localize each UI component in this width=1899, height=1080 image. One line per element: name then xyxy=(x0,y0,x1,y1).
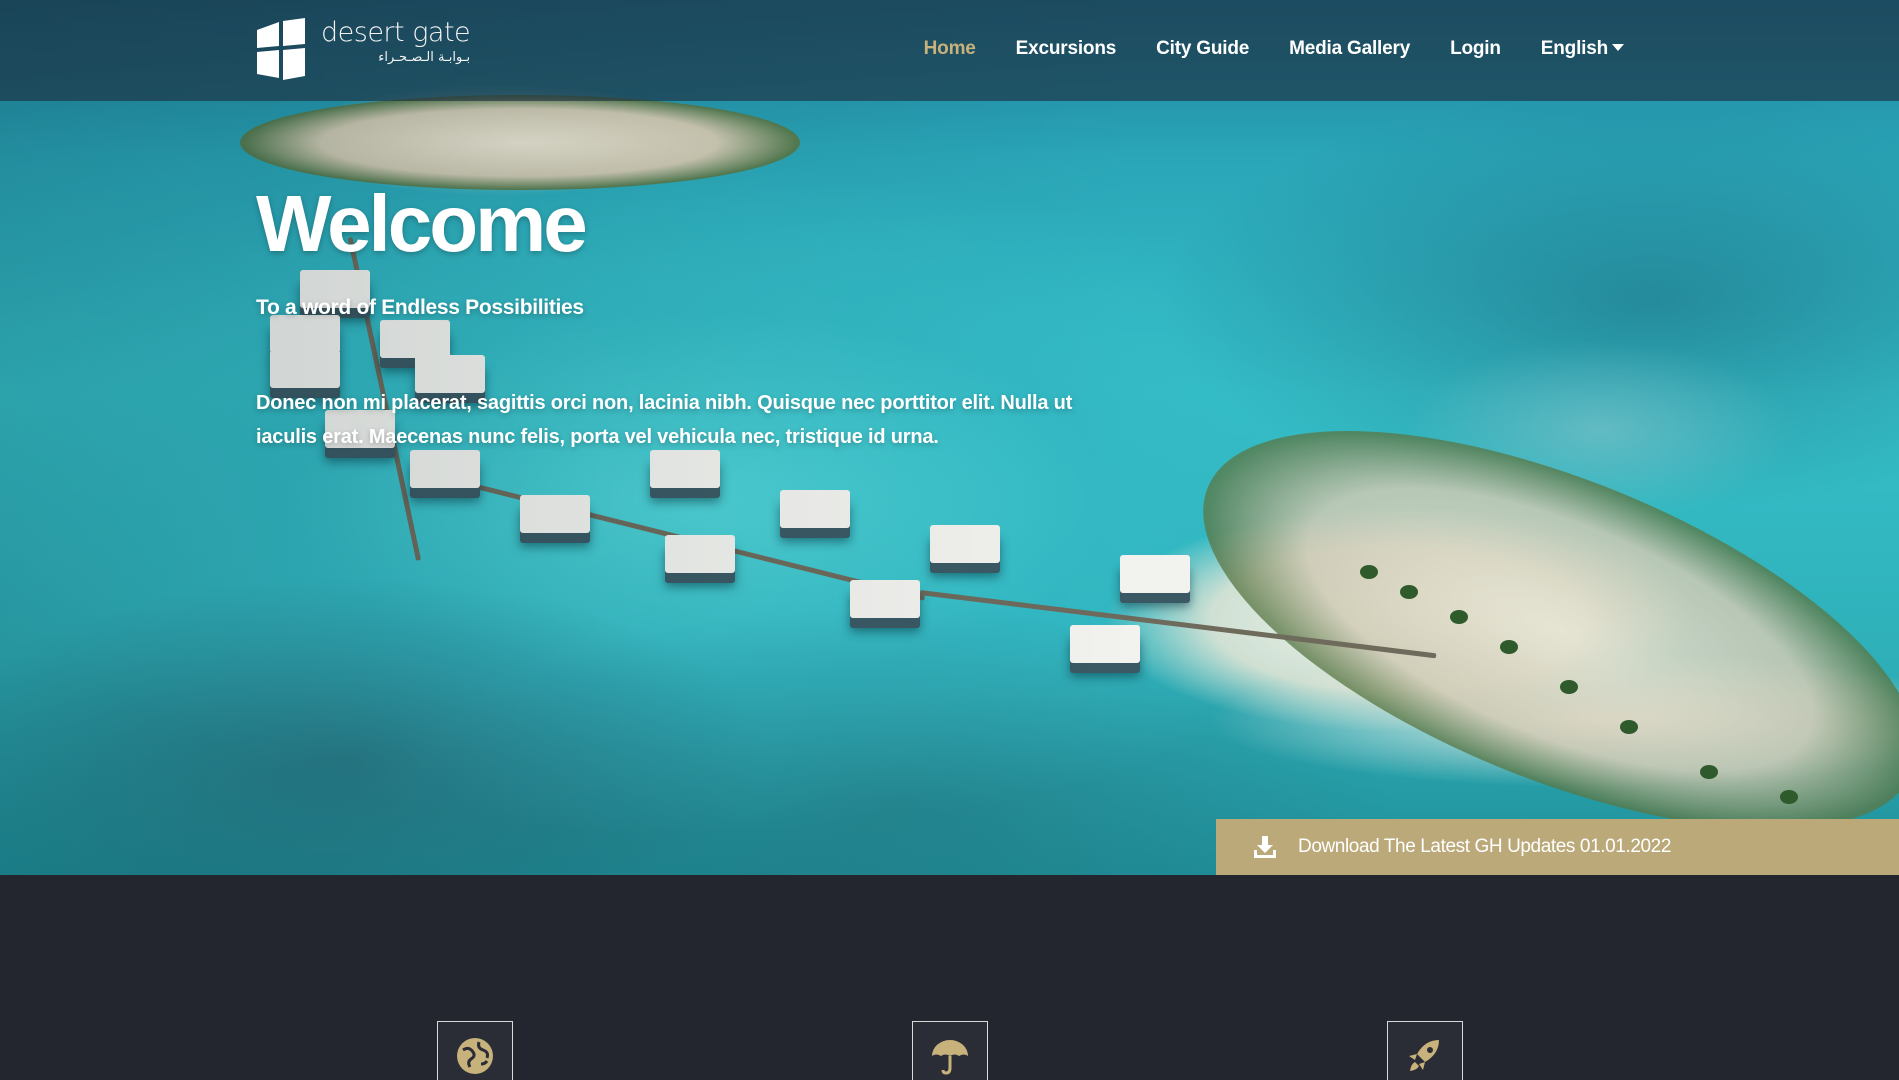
palm-tree-image xyxy=(1400,585,1418,599)
palm-tree-image xyxy=(1500,640,1518,654)
nav-item-home[interactable]: Home xyxy=(924,38,976,60)
top-navbar: desert gate بـوابـة الـصـحـراء Home Excu… xyxy=(0,0,1899,101)
brand-name-ar: بـوابـة الـصـحـراء xyxy=(378,50,471,65)
feature-box-globe[interactable] xyxy=(437,1021,513,1080)
nav-item-excursions[interactable]: Excursions xyxy=(1016,38,1117,60)
feature-box-rocket[interactable] xyxy=(1387,1021,1463,1080)
nav-item-login[interactable]: Login xyxy=(1450,38,1501,60)
villa-image xyxy=(850,580,920,618)
pier-image xyxy=(419,470,926,601)
hero-body-text: Donec non mi placerat, sagittis orci non… xyxy=(256,392,1073,448)
villa-image xyxy=(650,450,720,488)
download-updates-label: Download The Latest GH Updates 01.01.202… xyxy=(1298,836,1672,857)
villa-image xyxy=(780,490,850,528)
beach-sandbar-image xyxy=(1151,348,1899,875)
download-updates-button[interactable]: Download The Latest GH Updates 01.01.202… xyxy=(1216,819,1899,875)
villa-image xyxy=(410,450,480,488)
rocket-icon xyxy=(1405,1036,1445,1080)
hero-section: Welcome To a word of Endless Possibiliti… xyxy=(0,0,1899,875)
hero-title: Welcome xyxy=(256,179,588,268)
pier-image xyxy=(919,590,1437,659)
palm-tree-image xyxy=(1700,765,1718,779)
villa-image xyxy=(1120,555,1190,593)
page: Welcome To a word of Endless Possibiliti… xyxy=(0,0,1899,1080)
brand-logo[interactable]: desert gate بـوابـة الـصـحـراء xyxy=(255,17,471,82)
language-dropdown[interactable]: English xyxy=(1541,38,1624,60)
palm-tree-image xyxy=(1450,610,1468,624)
main-nav: Home Excursions City Guide Media Gallery… xyxy=(884,38,1624,60)
nav-item-city-guide[interactable]: City Guide xyxy=(1156,38,1249,60)
nav-item-media-gallery[interactable]: Media Gallery xyxy=(1289,38,1410,60)
features-section xyxy=(0,875,1899,1080)
language-label: English xyxy=(1540,38,1608,59)
hero-subtitle: To a word of Endless Possibilities xyxy=(256,296,584,319)
download-icon xyxy=(1252,834,1278,860)
villa-image xyxy=(1070,625,1140,663)
caret-down-icon xyxy=(1612,44,1624,51)
palm-tree-image xyxy=(1780,790,1798,804)
brand-name-en: desert gate xyxy=(321,17,471,48)
villa-image xyxy=(520,495,590,533)
villa-image xyxy=(665,535,735,573)
globe-icon xyxy=(455,1036,495,1080)
logo-text: desert gate بـوابـة الـصـحـراء xyxy=(321,17,471,66)
feature-box-umbrella[interactable] xyxy=(912,1021,988,1080)
logo-mark-icon xyxy=(255,18,307,82)
palm-tree-image xyxy=(1360,565,1378,579)
villa-image xyxy=(930,525,1000,563)
palm-tree-image xyxy=(1620,720,1638,734)
umbrella-icon xyxy=(930,1036,970,1080)
hero-text-block: Welcome To a word of Endless Possibiliti… xyxy=(256,178,1156,454)
top-island-image xyxy=(240,95,800,190)
palm-tree-image xyxy=(1560,680,1578,694)
